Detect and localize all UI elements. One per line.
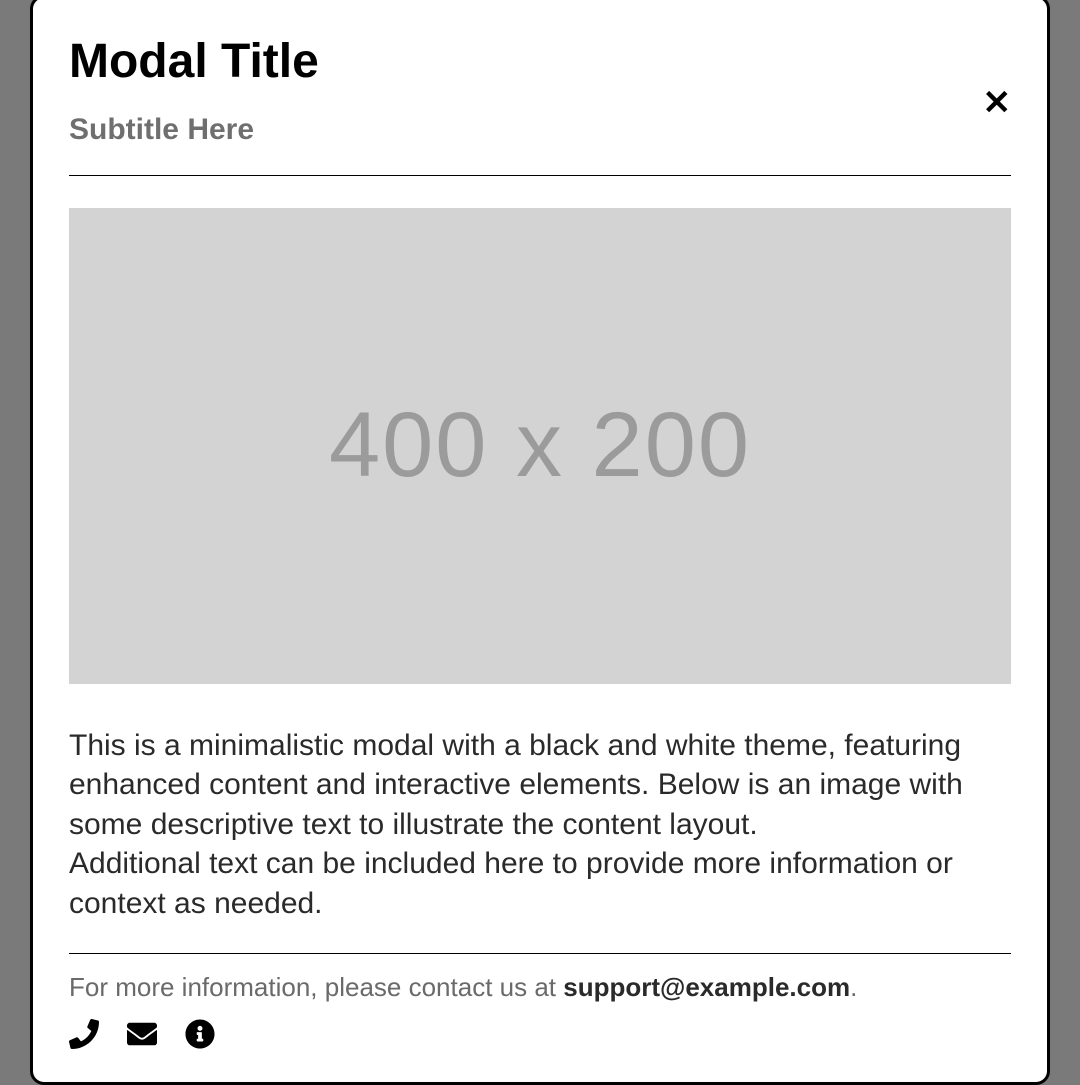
footer-suffix: . bbox=[850, 972, 857, 1002]
envelope-icon[interactable] bbox=[127, 1019, 157, 1054]
info-icon[interactable] bbox=[185, 1019, 215, 1054]
modal-header: Modal Title Subtitle Here ✕ bbox=[69, 34, 1011, 176]
modal-body: This is a minimalistic modal with a blac… bbox=[69, 726, 1011, 924]
phone-icon[interactable] bbox=[69, 1019, 99, 1054]
modal-subtitle: Subtitle Here bbox=[69, 113, 1011, 147]
modal-footer: For more information, please contact us … bbox=[69, 953, 1011, 1054]
close-icon: ✕ bbox=[983, 84, 1012, 122]
footer-text: For more information, please contact us … bbox=[69, 972, 1011, 1003]
close-button[interactable]: ✕ bbox=[983, 86, 1012, 120]
body-paragraph-1: This is a minimalistic modal with a blac… bbox=[69, 729, 963, 841]
modal-title: Modal Title bbox=[69, 34, 1011, 89]
footer-icon-row bbox=[69, 1019, 1011, 1054]
footer-email: support@example.com bbox=[563, 972, 850, 1002]
placeholder-image-label: 400 x 200 bbox=[329, 393, 751, 498]
body-paragraph-2: Additional text can be included here to … bbox=[69, 847, 953, 920]
placeholder-image: 400 x 200 bbox=[69, 208, 1011, 684]
modal-dialog: Modal Title Subtitle Here ✕ 400 x 200 Th… bbox=[30, 0, 1050, 1085]
footer-prefix: For more information, please contact us … bbox=[69, 972, 563, 1002]
